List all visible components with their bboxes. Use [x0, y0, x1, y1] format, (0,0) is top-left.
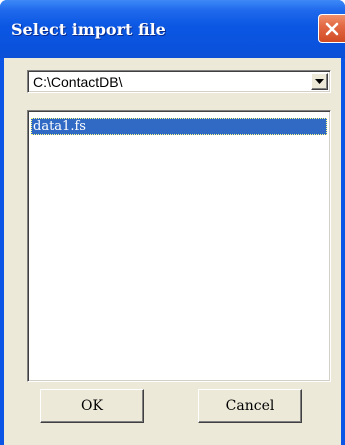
import-file-dialog: Select import file C:\ContactDB\ data1.f…	[0, 0, 345, 445]
close-button[interactable]	[318, 14, 345, 43]
directory-dropdown[interactable]: C:\ContactDB\	[27, 70, 331, 93]
file-list[interactable]: data1.fs	[27, 110, 331, 382]
dropdown-button[interactable]	[311, 73, 328, 90]
chevron-down-icon	[315, 79, 324, 84]
ok-button[interactable]: OK	[40, 389, 144, 423]
close-icon	[325, 22, 339, 35]
title-bar[interactable]: Select import file	[0, 0, 345, 58]
directory-path: C:\ContactDB\	[33, 74, 123, 90]
cancel-button[interactable]: Cancel	[198, 389, 302, 423]
file-list-item[interactable]: data1.fs	[31, 118, 327, 135]
dialog-title: Select import file	[11, 20, 166, 39]
